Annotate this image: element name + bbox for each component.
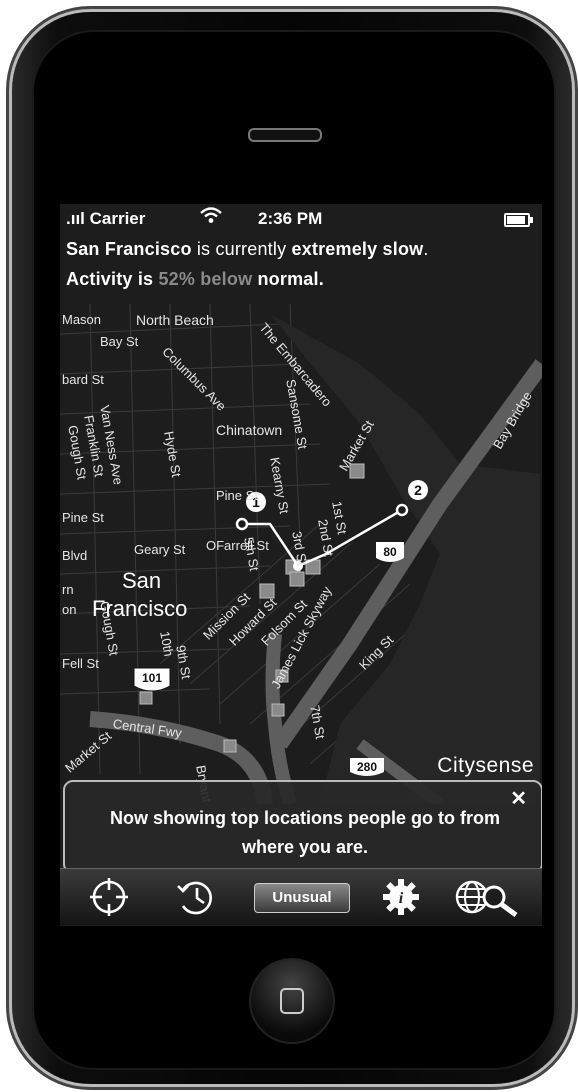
- map-label-geary-st: Geary St: [134, 542, 186, 557]
- interstate-280-shield: 280: [357, 760, 377, 774]
- summary-text-end: .: [423, 239, 429, 259]
- city-name: San Francisco: [66, 239, 192, 259]
- earpiece-speaker: [248, 128, 322, 142]
- map-label-blvd: Blvd: [62, 548, 88, 563]
- map-label-fell-st: Fell St: [62, 656, 99, 671]
- map-label-bay-st: Bay St: [100, 334, 139, 349]
- activity-summary: San Francisco is currently extremely slo…: [66, 234, 542, 294]
- app-screen: .ııl Carrier 2:36 PM San Francisco is cu…: [60, 204, 542, 926]
- clock-time: 2:36 PM: [258, 209, 323, 228]
- activity-percent: 52% below: [158, 269, 253, 289]
- history-clock-icon[interactable]: [172, 877, 218, 917]
- home-square-icon: [280, 988, 304, 1014]
- speed-status: extremely slow: [291, 239, 424, 259]
- map-label-bard-st: bard St: [62, 372, 104, 387]
- map-label-pine-st-west: Pine St: [62, 510, 104, 525]
- map-label-north-beach: North Beach: [136, 312, 214, 328]
- globe-search-icon[interactable]: [452, 877, 524, 917]
- route-end-marker: 2: [414, 482, 422, 498]
- info-notice: ✕ Now showing top locations people go to…: [63, 780, 542, 874]
- map-label-rn: rn: [62, 582, 74, 597]
- home-button[interactable]: [249, 958, 335, 1044]
- status-bar: .ııl Carrier 2:36 PM: [60, 204, 542, 232]
- activity-label: Activity is: [66, 269, 159, 289]
- map-label-francisco: Francisco: [92, 596, 188, 621]
- us-101-shield: 101: [142, 671, 162, 685]
- map-label-on: on: [62, 602, 77, 617]
- city-map[interactable]: 1 2 80 101 280 Mason North Beach Bay St …: [60, 304, 542, 804]
- activity-normal: normal.: [252, 269, 324, 289]
- carrier-label: .ııl Carrier: [66, 209, 146, 228]
- summary-text: is currently: [191, 239, 292, 259]
- citysense-logo: Citysense: [437, 754, 534, 777]
- map-label-san: San: [122, 568, 162, 593]
- map-label-pine-st: Pine St: [216, 488, 258, 503]
- notice-message: Now showing top locations people go to f…: [110, 808, 500, 857]
- summary-line-2: Activity is 52% below normal.: [66, 264, 542, 294]
- interstate-80-shield: 80: [383, 545, 397, 559]
- crosshair-icon[interactable]: [86, 877, 132, 917]
- map-label-ofarrell-st: OFarrell St: [206, 538, 269, 553]
- unusual-button[interactable]: Unusual: [254, 883, 350, 913]
- map-label-mason: Mason: [62, 312, 102, 327]
- summary-line-1: San Francisco is currently extremely slo…: [66, 234, 542, 264]
- wifi-icon: [200, 206, 222, 229]
- battery-icon: [504, 213, 533, 227]
- map-label-chinatown: Chinatown: [216, 422, 283, 438]
- gear-info-icon[interactable]: i: [378, 877, 424, 917]
- svg-text:i: i: [399, 890, 404, 907]
- bottom-toolbar: Unusual i: [60, 868, 542, 925]
